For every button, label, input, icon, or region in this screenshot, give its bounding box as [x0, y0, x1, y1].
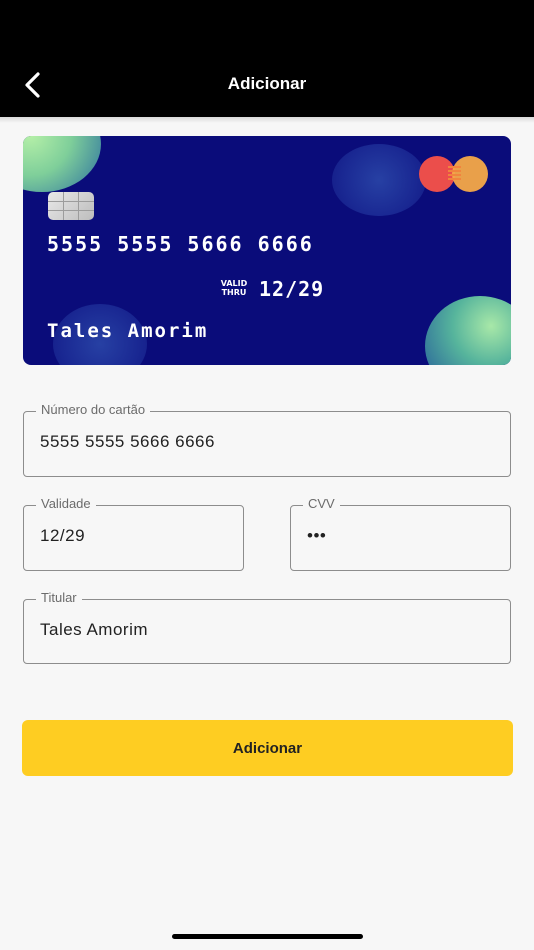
mastercard-logo-overlap [448, 166, 461, 182]
card-chip-icon [48, 192, 94, 220]
card-number-label: Número do cartão [36, 402, 151, 417]
card-number-field[interactable]: Número do cartão 5555 5555 5666 6666 [23, 402, 511, 477]
validity-field[interactable]: Validade 12/29 [23, 496, 244, 571]
valid-thru-label: VALID THRU [219, 279, 249, 297]
app-bar-shadow [0, 117, 534, 123]
card-number-display: 5555 5555 5666 6666 [47, 232, 314, 256]
cvv-label: CVV [303, 496, 340, 511]
app-bar: Adicionar [0, 0, 534, 117]
credit-card-preview: 5555 5555 5666 6666 VALID THRU 12/29 Tal… [23, 136, 511, 365]
valid-label: VALID [220, 279, 248, 288]
holder-field[interactable]: Titular Tales Amorim [23, 590, 511, 664]
add-card-button[interactable]: Adicionar [22, 720, 513, 776]
holder-value[interactable]: Tales Amorim [40, 620, 148, 640]
cvv-value[interactable]: ••• [307, 526, 326, 546]
validity-label: Validade [36, 496, 96, 511]
card-decoration-bubble [425, 296, 511, 365]
card-decoration-bubble [23, 136, 101, 192]
home-indicator [172, 934, 363, 939]
cvv-field[interactable]: CVV ••• [290, 496, 511, 571]
validity-value[interactable]: 12/29 [40, 526, 85, 546]
card-holder-display: Tales Amorim [47, 320, 209, 342]
holder-label: Titular [36, 590, 82, 605]
card-decoration-bubble [332, 144, 426, 216]
thru-label: THRU [221, 288, 247, 297]
card-number-value[interactable]: 5555 5555 5666 6666 [40, 432, 215, 452]
page-title: Adicionar [227, 74, 307, 93]
card-expiry-display: 12/29 [259, 277, 325, 301]
